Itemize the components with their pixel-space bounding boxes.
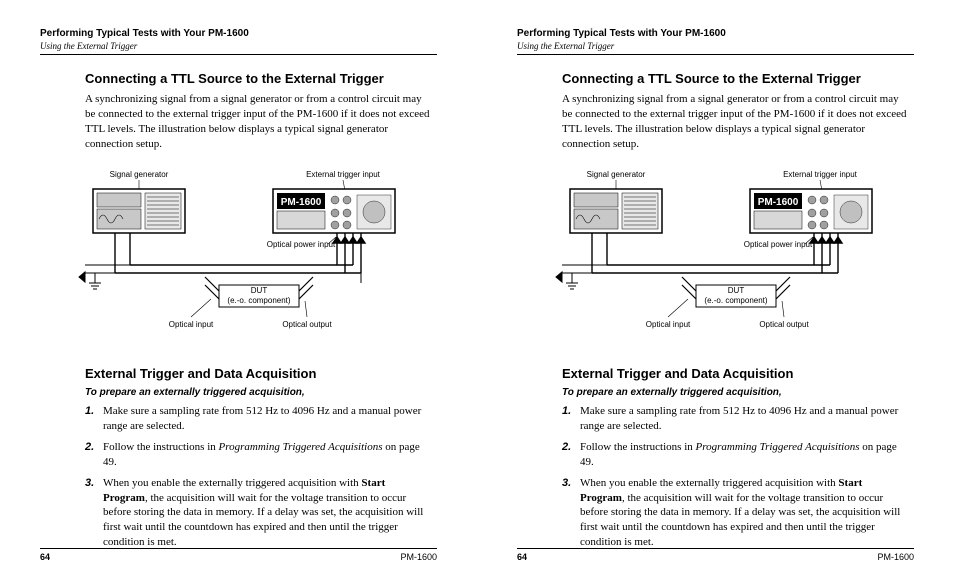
footer: 64 PM-1600 bbox=[517, 548, 914, 562]
svg-text:PM-1600: PM-1600 bbox=[758, 197, 799, 208]
step-1: Make sure a sampling rate from 512 Hz to… bbox=[580, 404, 909, 434]
steps-list: Make sure a sampling rate from 512 Hz to… bbox=[562, 404, 909, 550]
step-2: Follow the instructions in Programming T… bbox=[103, 440, 432, 470]
section2-subhead: To prepare an externally triggered acqui… bbox=[85, 387, 432, 398]
page-number: 64 bbox=[40, 552, 50, 562]
label-ext-trigger: External trigger input bbox=[306, 170, 381, 179]
footer: 64 PM-1600 bbox=[40, 548, 437, 562]
step-3: When you enable the externally triggered… bbox=[103, 476, 432, 550]
label-pm1600: PM-1600 bbox=[281, 197, 322, 208]
svg-text:Signal generator: Signal generator bbox=[587, 170, 646, 179]
footer-doc: PM-1600 bbox=[877, 552, 914, 562]
label-optical-input: Optical input bbox=[169, 320, 214, 329]
section1-heading: Connecting a TTL Source to the External … bbox=[562, 71, 909, 86]
svg-text:Optical input: Optical input bbox=[646, 320, 691, 329]
section1-heading: Connecting a TTL Source to the External … bbox=[85, 71, 432, 86]
connection-diagram: Signal generator External trigger input … bbox=[552, 165, 912, 345]
svg-text:Optical output: Optical output bbox=[759, 320, 809, 329]
page-number: 64 bbox=[517, 552, 527, 562]
step-1: Make sure a sampling rate from 512 Hz to… bbox=[103, 404, 432, 434]
label-signal-generator: Signal generator bbox=[110, 170, 169, 179]
running-subhead: Using the External Trigger bbox=[517, 41, 914, 55]
page-left: Performing Typical Tests with Your PM-16… bbox=[0, 0, 477, 580]
footer-doc: PM-1600 bbox=[400, 552, 437, 562]
running-subhead: Using the External Trigger bbox=[40, 41, 437, 55]
steps-list: Make sure a sampling rate from 512 Hz to… bbox=[85, 404, 432, 550]
section1-body: A synchronizing signal from a signal gen… bbox=[85, 92, 432, 151]
ground-icon bbox=[79, 265, 130, 289]
label-dut-bottom: (e.-o. component) bbox=[227, 296, 290, 305]
running-head: Performing Typical Tests with Your PM-16… bbox=[40, 28, 437, 39]
svg-text:(e.-o. component): (e.-o. component) bbox=[704, 296, 767, 305]
step-2: Follow the instructions in Programming T… bbox=[580, 440, 909, 470]
section1-body: A synchronizing signal from a signal gen… bbox=[562, 92, 909, 151]
label-dut-top: DUT bbox=[251, 286, 268, 295]
label-optical-output: Optical output bbox=[282, 320, 332, 329]
step-3: When you enable the externally triggered… bbox=[580, 476, 909, 550]
connection-diagram: Signal generator External trigger input bbox=[75, 165, 435, 345]
section2-heading: External Trigger and Data Acquisition bbox=[85, 366, 432, 381]
running-head: Performing Typical Tests with Your PM-16… bbox=[517, 28, 914, 39]
section2-subhead: To prepare an externally triggered acqui… bbox=[562, 387, 909, 398]
page-right: Performing Typical Tests with Your PM-16… bbox=[477, 0, 954, 580]
section2-heading: External Trigger and Data Acquisition bbox=[562, 366, 909, 381]
svg-text:DUT: DUT bbox=[728, 286, 745, 295]
svg-text:Optical power input: Optical power input bbox=[744, 240, 813, 249]
svg-text:External trigger input: External trigger input bbox=[783, 170, 858, 179]
label-optical-power: Optical power input bbox=[267, 240, 336, 249]
